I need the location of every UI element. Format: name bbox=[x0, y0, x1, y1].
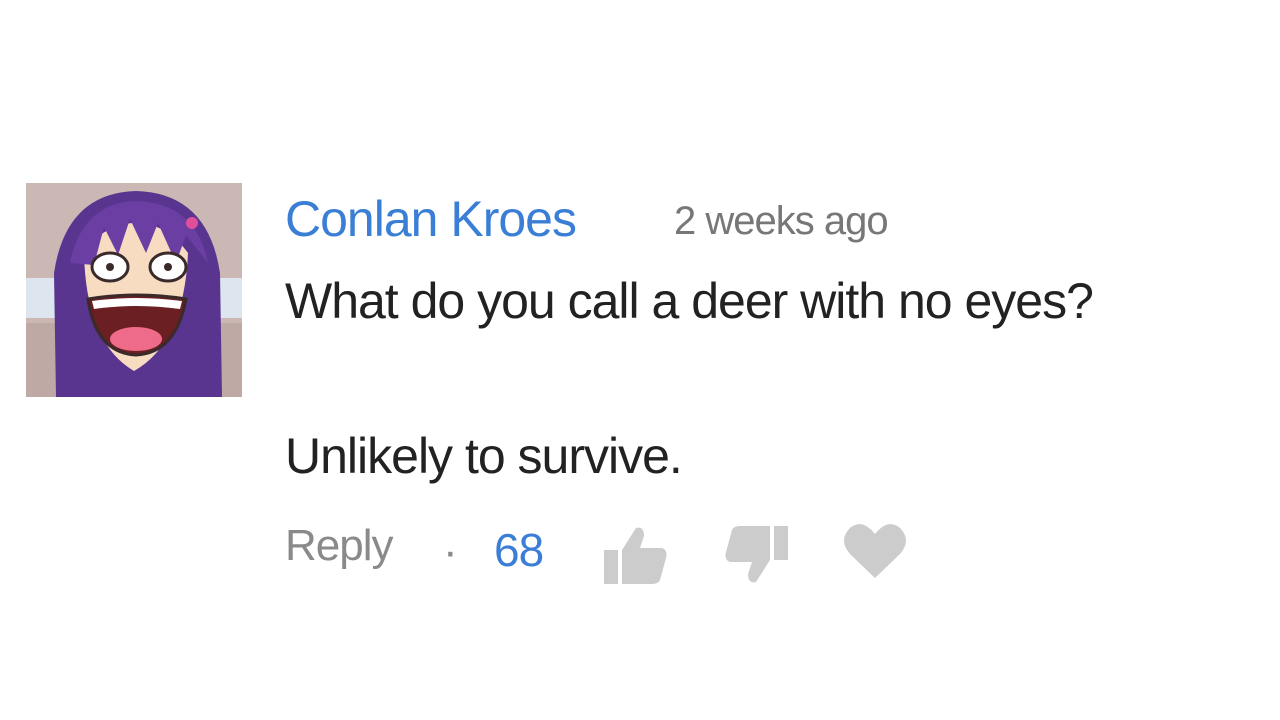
author-name[interactable]: Conlan Kroes bbox=[285, 188, 577, 250]
like-button[interactable] bbox=[602, 524, 670, 586]
thumbs-up-icon bbox=[604, 527, 667, 584]
separator-dot: · bbox=[443, 527, 458, 576]
thumbs-down-icon bbox=[725, 526, 788, 583]
comment-timestamp[interactable]: 2 weeks ago bbox=[674, 196, 889, 246]
like-count: 68 bbox=[494, 524, 544, 576]
comment-text-line: What do you call a deer with no eyes? bbox=[285, 273, 1094, 329]
heart-button[interactable] bbox=[842, 522, 908, 580]
avatar[interactable] bbox=[26, 183, 242, 397]
avatar-image bbox=[26, 183, 242, 397]
heart-icon bbox=[844, 524, 906, 578]
comment-thread: Conlan Kroes 2 weeks ago What do you cal… bbox=[0, 0, 1280, 720]
comment-text-line: Unlikely to survive. bbox=[285, 428, 683, 484]
dislike-button[interactable] bbox=[722, 524, 790, 586]
reply-button[interactable]: Reply bbox=[285, 518, 393, 574]
